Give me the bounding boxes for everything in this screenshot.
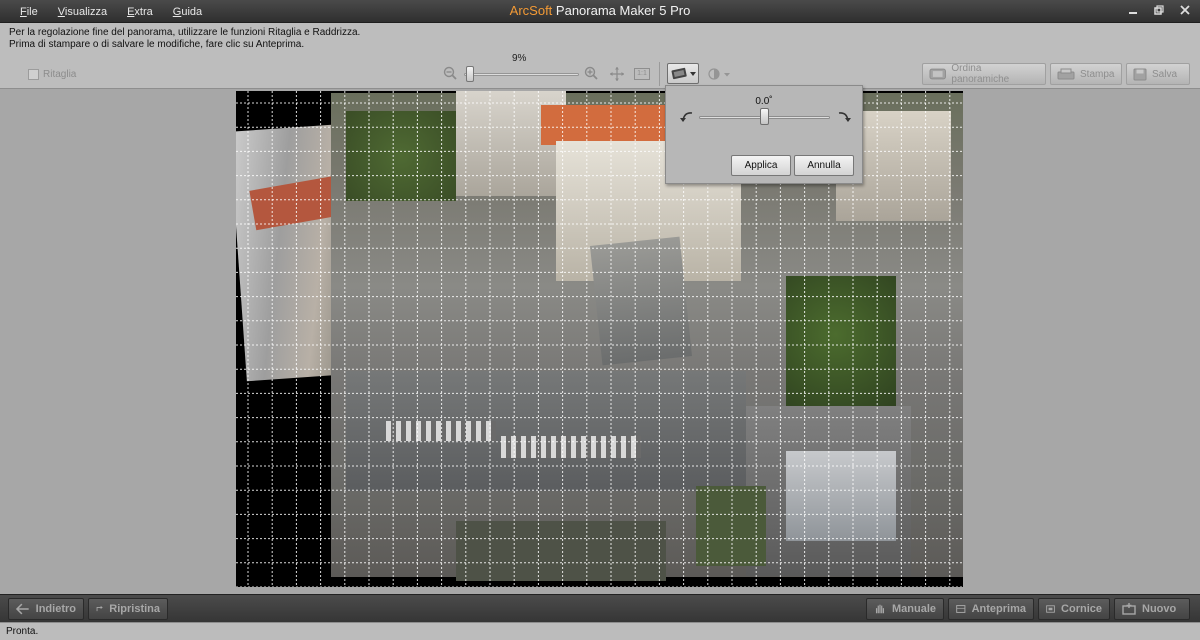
- preview-icon: [956, 605, 966, 613]
- zoom-percent: 9%: [512, 53, 527, 64]
- rotation-slider-thumb[interactable]: [760, 108, 769, 125]
- zoom-slider-track[interactable]: [464, 73, 579, 76]
- title-bar: File Visualizza Extra Guida ArcSoft Pano…: [0, 0, 1200, 23]
- menu-bar: File Visualizza Extra Guida: [10, 0, 212, 23]
- zoom-slider-thumb[interactable]: [466, 66, 475, 82]
- print-button[interactable]: Stampa: [1050, 63, 1122, 85]
- frame-icon: [1046, 605, 1055, 613]
- order-panoramas-icon: [929, 68, 946, 80]
- rotation-angle: 0.0˚: [755, 96, 773, 107]
- fit-window-icon[interactable]: [609, 66, 625, 82]
- status-bar: Pronta.: [0, 622, 1200, 640]
- straighten-button[interactable]: [667, 63, 699, 84]
- order-panoramas-label: Ordina panoramiche: [951, 63, 1010, 85]
- apply-button[interactable]: Applica: [731, 155, 791, 176]
- menu-guida[interactable]: Guida: [173, 6, 202, 18]
- reset-label: Ripristina: [109, 603, 160, 615]
- app-brand: ArcSoft: [509, 3, 553, 18]
- actual-size-icon[interactable]: 1:1: [634, 68, 650, 80]
- minimize-icon: [1129, 12, 1137, 14]
- zoom-in-icon[interactable]: [584, 66, 598, 80]
- straighten-icon: [671, 67, 696, 80]
- top-panel: Per la regolazione fine del panorama, ut…: [0, 23, 1200, 89]
- straighten-popup: 0.0˚ Applica Annulla: [665, 85, 863, 184]
- close-button[interactable]: [1178, 5, 1192, 18]
- save-icon: [1133, 68, 1147, 80]
- new-panorama-icon: [1122, 603, 1136, 615]
- bottom-bar: Indietro Ripristina Manuale Anteprima Co…: [0, 594, 1200, 622]
- new-label: Nuovo: [1142, 603, 1177, 615]
- brightness-icon[interactable]: [706, 66, 732, 82]
- menu-file[interactable]: File: [20, 6, 38, 18]
- hand-icon: [875, 604, 885, 614]
- order-panoramas-button[interactable]: Ordina panoramiche: [922, 63, 1046, 85]
- app-name: Panorama Maker 5 Pro: [555, 3, 691, 18]
- manual-label: Manuale: [891, 603, 936, 615]
- back-button[interactable]: Indietro: [8, 598, 84, 620]
- crop-checkbox-box[interactable]: [28, 69, 39, 80]
- close-icon: [1180, 5, 1190, 15]
- save-button[interactable]: Salva: [1126, 63, 1190, 85]
- print-icon: [1057, 68, 1075, 80]
- preview-button[interactable]: Anteprima: [948, 598, 1034, 620]
- status-text: Pronta.: [6, 626, 39, 637]
- info-line-2: Prima di stampare o di salvare le modifi…: [9, 39, 305, 50]
- frame-label: Cornice: [1061, 603, 1102, 615]
- zoom-out-icon[interactable]: [443, 66, 457, 80]
- restore-icon: [1154, 5, 1164, 15]
- restore-button[interactable]: [1152, 5, 1166, 18]
- new-button[interactable]: Nuovo: [1114, 598, 1190, 620]
- print-label: Stampa: [1080, 68, 1115, 80]
- reset-button[interactable]: Ripristina: [88, 598, 168, 620]
- panorama-canvas[interactable]: [0, 89, 1200, 594]
- minimize-button[interactable]: [1126, 5, 1140, 18]
- preview-label: Anteprima: [971, 603, 1026, 615]
- rotate-left-icon[interactable]: [679, 108, 695, 124]
- crop-checkbox-label: Ritaglia: [43, 69, 77, 80]
- cancel-button[interactable]: Annulla: [794, 155, 854, 176]
- info-text: Per la regolazione fine del panorama, ut…: [9, 27, 360, 51]
- arrow-left-icon: [16, 603, 29, 615]
- rotate-right-icon[interactable]: [836, 108, 852, 124]
- manual-button[interactable]: Manuale: [866, 598, 944, 620]
- menu-visualizza[interactable]: Visualizza: [58, 6, 107, 18]
- save-label: Salva: [1152, 68, 1178, 80]
- menu-extra[interactable]: Extra: [127, 6, 153, 18]
- reset-icon: [96, 605, 103, 612]
- toolbar-separator: [659, 62, 660, 86]
- window-controls: [1126, 0, 1192, 23]
- frame-button[interactable]: Cornice: [1038, 598, 1110, 620]
- info-line-1: Per la regolazione fine del panorama, ut…: [9, 27, 361, 38]
- crop-checkbox[interactable]: Ritaglia: [28, 69, 76, 80]
- back-label: Indietro: [35, 603, 76, 615]
